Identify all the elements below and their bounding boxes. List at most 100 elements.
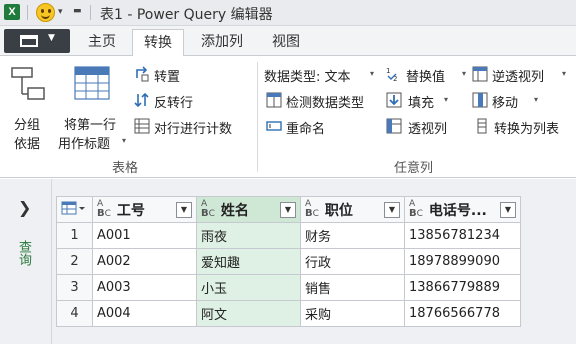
reverse-rows-button[interactable]: 反转行 (134, 91, 254, 111)
tab-transform[interactable]: 转换 (132, 29, 184, 57)
pivot-column-icon (386, 118, 402, 134)
column-header-id[interactable]: A BC 工号 ▼ (92, 196, 197, 223)
count-rows-label: 对行进行计数 (154, 122, 233, 137)
any-column-group-label: 任意列 (394, 161, 434, 176)
row-number[interactable]: 4 (56, 300, 93, 327)
chevron-down-icon: ▾ (534, 95, 539, 104)
cell-phone[interactable]: 18978899090 (404, 248, 521, 275)
filter-dropdown-icon[interactable]: ▼ (500, 202, 516, 218)
queries-pane-label: 查询 (16, 240, 31, 266)
row-number[interactable]: 1 (56, 222, 93, 249)
chevron-down-icon: ▾ (562, 69, 567, 78)
unpivot-label: 逆透视列 (492, 70, 545, 85)
transpose-icon (136, 66, 149, 82)
count-rows-button[interactable]: 对行进行计数 (134, 117, 254, 137)
cell-phone[interactable]: 18766566778 (404, 300, 521, 327)
group-by-icon (11, 67, 45, 100)
column-header-name[interactable]: A BC 姓名 ▼ (196, 196, 301, 223)
group-by-button[interactable]: 分组 依据 (6, 62, 50, 152)
transpose-label: 转置 (154, 70, 181, 85)
fill-down-icon (386, 92, 402, 108)
fill-button[interactable]: 填充 ▾ (386, 91, 470, 111)
row-number[interactable]: 2 (56, 248, 93, 275)
cell-id[interactable]: A004 (92, 300, 197, 327)
use-first-row-as-headers-button[interactable]: 将第一行 用作标题 ▾ (54, 62, 130, 152)
window-title: 表1 - Power Query 编辑器 (100, 7, 273, 23)
cell-position[interactable]: 财务 (300, 222, 405, 249)
replace-values-icon: 12 (386, 67, 397, 82)
table-menu-cell[interactable] (56, 196, 93, 223)
unpivot-columns-button[interactable]: 逆透视列 ▾ (472, 65, 572, 85)
reverse-rows-label: 反转行 (154, 96, 194, 111)
cell-id[interactable]: A003 (92, 274, 197, 301)
cell-name[interactable]: 雨夜 (196, 222, 301, 249)
group-by-label-2: 依据 (14, 137, 41, 152)
cell-id[interactable]: A001 (92, 222, 197, 249)
cell-name[interactable]: 爱知趣 (196, 248, 301, 275)
cell-phone[interactable]: 13866779889 (404, 274, 521, 301)
move-button[interactable]: 移动 ▾ (472, 91, 572, 111)
group-by-label-1: 分组 (14, 118, 41, 133)
file-menu-button[interactable]: ▼ (4, 29, 70, 53)
pivot-column-button[interactable]: 透视列 (386, 117, 470, 137)
move-icon (472, 92, 488, 108)
table-row: 1 A001 雨夜 财务 13856781234 (56, 222, 521, 249)
tab-home[interactable]: 主页 (76, 29, 128, 57)
customize-toolbar-icon[interactable]: ▬ (73, 6, 82, 16)
column-name: 姓名 (220, 202, 249, 219)
rename-label: 重命名 (286, 122, 326, 137)
cell-name[interactable]: 小玉 (196, 274, 301, 301)
row-number[interactable]: 3 (56, 274, 93, 301)
table-row: 3 A003 小玉 销售 13866779889 (56, 274, 521, 301)
cell-id[interactable]: A002 (92, 248, 197, 275)
filter-dropdown-icon[interactable]: ▼ (176, 202, 192, 218)
convert-to-list-label: 转换为列表 (494, 122, 560, 137)
column-header-phone[interactable]: A BC 电话号... ▼ (404, 196, 521, 223)
use-first-row-label-1: 将第一行 (64, 118, 117, 133)
data-type-dropdown[interactable]: 数据类型: 文本 ▾ (264, 65, 384, 85)
convert-to-list-icon (477, 118, 487, 134)
separator (27, 5, 28, 20)
convert-to-list-button[interactable]: 转换为列表 (472, 117, 576, 137)
cell-position[interactable]: 销售 (300, 274, 405, 301)
ribbon-tab-bar: ▼ 主页 转换 添加列 视图 (0, 26, 576, 57)
tab-add-column[interactable]: 添加列 (190, 29, 254, 57)
table-row: 4 A004 阿文 采购 18766566778 (56, 300, 521, 327)
header-row: A BC 工号 ▼ A BC 姓名 ▼ A BC 职位 ▼ A BC 电话号... ▼ (56, 196, 521, 223)
smiley-feedback-icon[interactable] (36, 3, 55, 22)
rename-button[interactable]: 重命名 (264, 117, 384, 137)
table-row: 2 A002 爱知趣 行政 18978899090 (56, 248, 521, 275)
transpose-button[interactable]: 转置 (134, 65, 254, 85)
column-name: 工号 (116, 202, 145, 219)
replace-values-button[interactable]: 12 替换值 ▾ (386, 65, 470, 85)
cell-phone[interactable]: 13856781234 (404, 222, 521, 249)
detect-data-type-icon (266, 92, 282, 108)
move-label: 移动 (492, 96, 519, 111)
pivot-column-label: 透视列 (408, 122, 448, 137)
filter-dropdown-icon[interactable]: ▼ (384, 202, 400, 218)
count-rows-icon (134, 118, 150, 134)
file-icon (20, 35, 38, 47)
text-type-icon: A BC (409, 199, 423, 219)
title-bar: X ▾ ▬ 表1 - Power Query 编辑器 (0, 0, 576, 26)
cell-position[interactable]: 行政 (300, 248, 405, 275)
chevron-down-icon: ▾ (462, 69, 467, 78)
tab-view[interactable]: 视图 (260, 29, 312, 57)
chevron-right-icon[interactable]: ❯ (18, 198, 31, 217)
detect-data-type-button[interactable]: 检测数据类型 (264, 91, 384, 111)
replace-values-label: 替换值 (406, 70, 446, 85)
svg-text:1: 1 (386, 67, 390, 75)
filter-dropdown-icon[interactable]: ▼ (280, 202, 296, 218)
column-header-position[interactable]: A BC 职位 ▼ (300, 196, 405, 223)
cell-name[interactable]: 阿文 (196, 300, 301, 327)
column-name: 职位 (324, 202, 353, 219)
separator (90, 5, 91, 20)
use-first-row-label-2: 用作标题 (58, 137, 111, 152)
detect-data-type-label: 检测数据类型 (286, 96, 365, 111)
cell-position[interactable]: 采购 (300, 300, 405, 327)
excel-app-icon[interactable]: X (4, 4, 20, 20)
quick-access-dropdown-icon[interactable]: ▾ (58, 7, 63, 17)
chevron-down-icon: ▼ (48, 33, 55, 43)
column-name: 电话号... (428, 202, 487, 219)
unpivot-icon (472, 66, 488, 82)
